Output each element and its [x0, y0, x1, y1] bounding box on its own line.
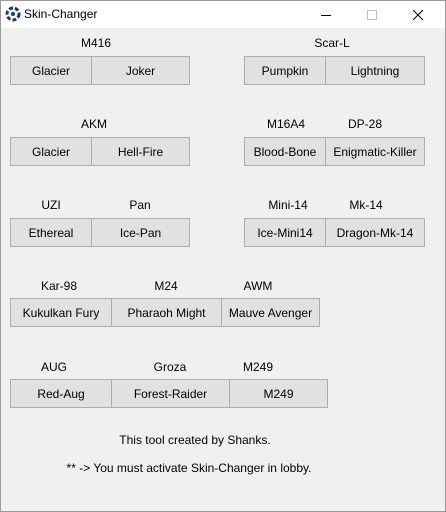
label-kar-98: Kar-98	[40, 279, 78, 293]
m416-joker-button[interactable]: Joker	[91, 56, 190, 85]
window-title: Skin-Changer	[24, 7, 98, 21]
kar98-kukulkan-fury-button[interactable]: Kukulkan Fury	[10, 298, 112, 327]
mini14-ice-button[interactable]: Ice-Mini14	[244, 218, 326, 247]
credit-text: This tool created by Shanks.	[119, 433, 271, 447]
akm-glacier-button[interactable]: Glacier	[10, 137, 92, 166]
m16a4-blood-bone-button[interactable]: Blood-Bone	[244, 137, 326, 166]
minimize-icon	[321, 14, 331, 16]
close-button[interactable]	[395, 1, 441, 28]
minimize-button[interactable]	[303, 1, 349, 28]
label-m24: M24	[154, 279, 178, 293]
awm-mauve-avenger-button[interactable]: Mauve Avenger	[221, 298, 320, 327]
close-icon	[413, 9, 423, 20]
lobby-note-text: ** -> You must activate Skin-Changer in …	[66, 461, 312, 475]
label-groza: Groza	[153, 360, 187, 374]
m416-glacier-button[interactable]: Glacier	[10, 56, 92, 85]
m249-button[interactable]: M249	[229, 379, 328, 408]
uzi-ethereal-button[interactable]: Ethereal	[10, 218, 92, 247]
label-m416: M416	[80, 36, 112, 50]
m24-pharaoh-might-button[interactable]: Pharaoh Might	[111, 298, 222, 327]
label-aug: AUG	[40, 360, 67, 374]
pan-ice-pan-button[interactable]: Ice-Pan	[91, 218, 190, 247]
skin-changer-window: Skin-Changer M416 Glacier Joker Scar-L P…	[0, 0, 446, 512]
label-mini-14: Mini-14	[268, 198, 308, 212]
label-mk-14: Mk-14	[349, 198, 383, 212]
label-m249: M249	[242, 360, 274, 374]
aug-red-aug-button[interactable]: Red-Aug	[10, 379, 112, 408]
label-pan: Pan	[129, 198, 151, 212]
akm-hell-fire-button[interactable]: Hell-Fire	[91, 137, 190, 166]
scarl-pumpkin-button[interactable]: Pumpkin	[244, 56, 326, 85]
maximize-button[interactable]	[349, 1, 395, 28]
label-akm: AKM	[80, 117, 107, 131]
scarl-lightning-button[interactable]: Lightning	[325, 56, 425, 85]
label-awm: AWM	[243, 279, 273, 293]
label-dp-28: DP-28	[347, 117, 382, 131]
label-scar-l: Scar-L	[314, 36, 350, 50]
cheat-engine-icon	[5, 6, 21, 22]
label-m16a4: M16A4	[266, 117, 306, 131]
groza-forest-raider-button[interactable]: Forest-Raider	[111, 379, 230, 408]
title-bar[interactable]: Skin-Changer	[1, 1, 445, 28]
label-uzi: UZI	[41, 198, 61, 212]
maximize-icon	[367, 9, 377, 20]
dp28-enigmatic-killer-button[interactable]: Enigmatic-Killer	[325, 137, 425, 166]
mk14-dragon-button[interactable]: Dragon-Mk-14	[325, 218, 425, 247]
